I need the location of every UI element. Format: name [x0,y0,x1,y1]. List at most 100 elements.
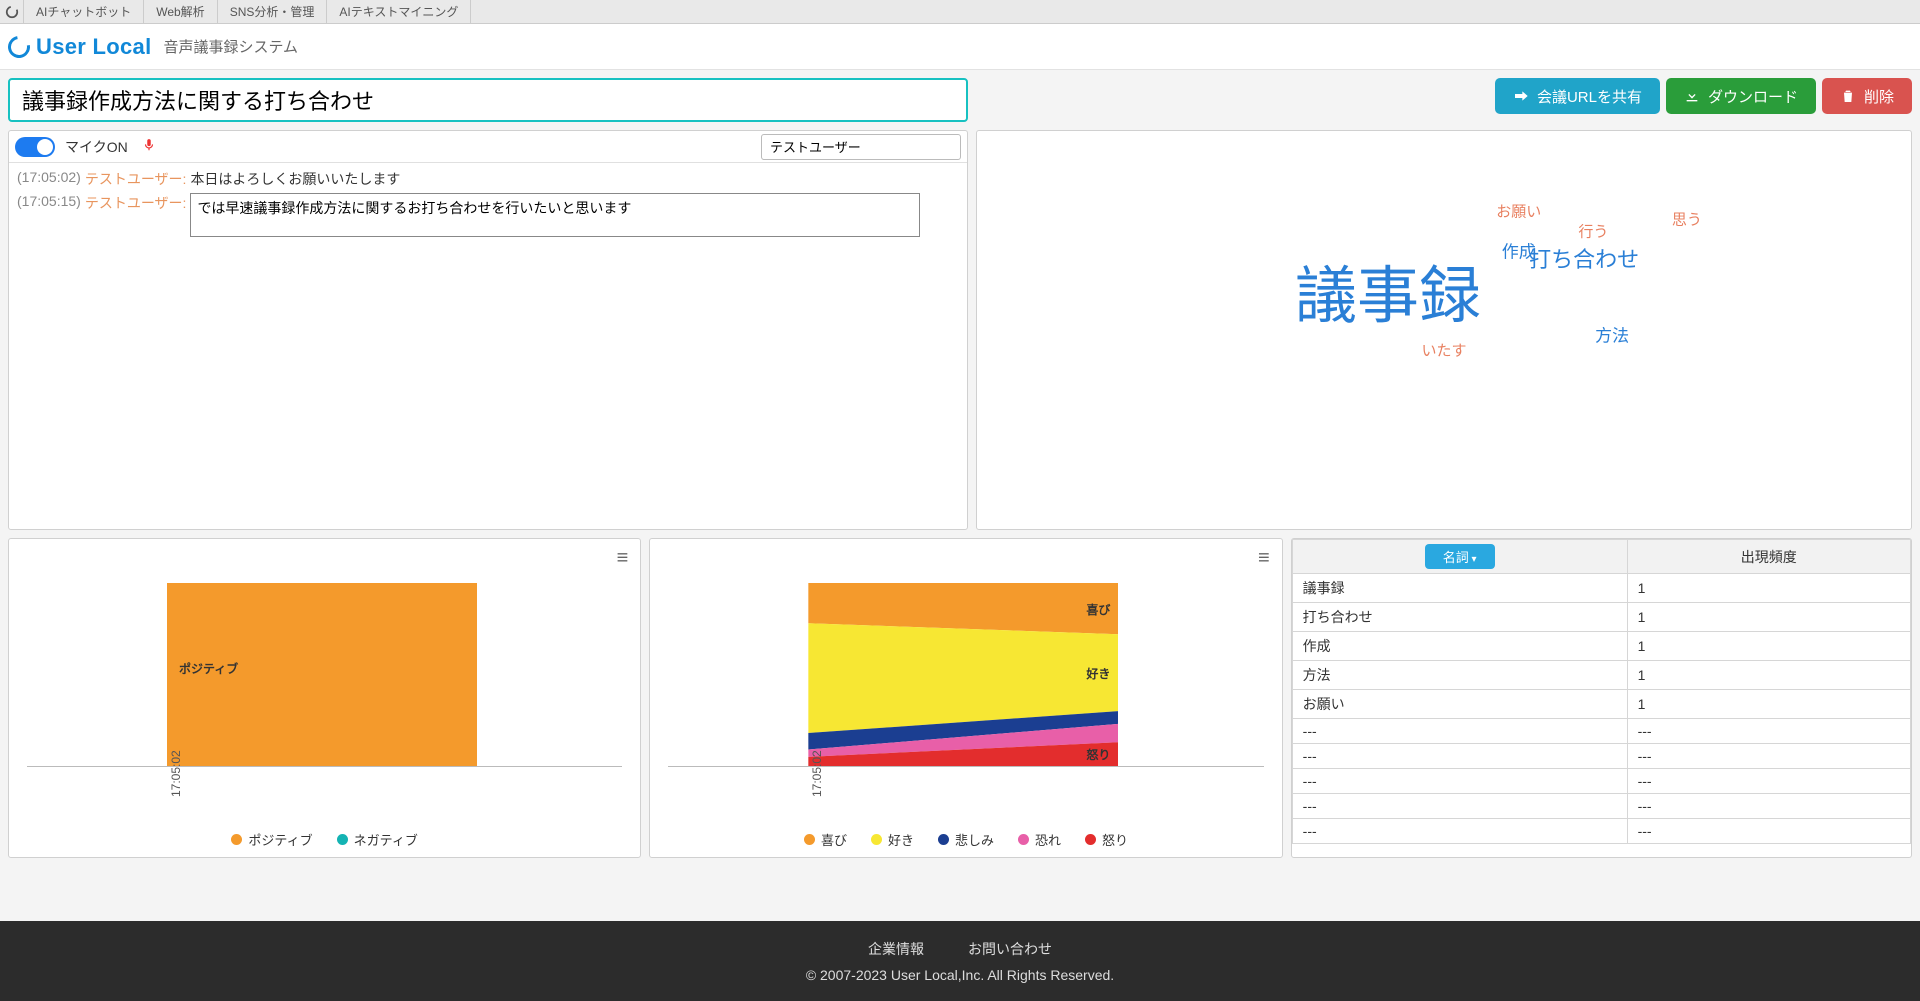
download-label: ダウンロード [1708,86,1798,107]
count-cell: 1 [1627,661,1910,690]
word-cell: --- [1292,794,1627,819]
table-row: ------ [1292,719,1910,744]
legend-item[interactable]: 好き [871,830,914,849]
table-row: 打ち合わせ1 [1292,603,1910,632]
cloud-word[interactable]: お願い [1496,200,1541,221]
nav-item-textmining[interactable]: AIテキストマイニング [327,0,471,23]
transcript-panel: マイクON (17:05:02) テストユーザー: 本日はよろしくお願いいたしま… [8,130,968,530]
x-tick-label: 17:05:02 [169,750,183,797]
brand-logo[interactable]: User Local [8,34,152,60]
speaker-select-input[interactable] [761,134,961,160]
word-cloud-panel: 議事録 打ち合わせ作成方法 お願い行う 思ういたす [976,130,1912,530]
utterance-edit[interactable] [190,193,920,237]
legend-item[interactable]: ポジティブ [231,830,312,849]
utterance: 本日はよろしくお願いいたします [190,169,400,189]
table-row: 作成1 [1292,632,1910,661]
transcript-body: (17:05:02) テストユーザー: 本日はよろしくお願いいたします (17:… [9,163,967,529]
share-icon [1513,88,1529,104]
frequency-panel: 名詞 出現頻度 議事録1打ち合わせ1作成1方法1お願い1------------… [1291,538,1912,858]
emotion-chart: ≡ 喜び好き怒り 17:05:02 喜び 好き 悲しみ 恐れ 怒り [649,538,1282,858]
chart-plot-area: 喜び好き怒り [668,583,1263,767]
app-logo-icon [0,0,24,23]
legend-item[interactable]: 怒り [1085,830,1128,849]
delete-label: 削除 [1864,86,1894,107]
nav-item-sns[interactable]: SNS分析・管理 [218,0,328,23]
count-cell: --- [1627,719,1910,744]
count-cell: --- [1627,744,1910,769]
share-url-button[interactable]: 会議URLを共有 [1495,78,1660,114]
count-cell: 1 [1627,603,1910,632]
transcript-line: (17:05:02) テストユーザー: 本日はよろしくお願いいたします [17,169,959,189]
count-cell: 1 [1627,690,1910,719]
footer-link-company[interactable]: 企業情報 [868,939,924,959]
word-cell: 方法 [1292,661,1627,690]
word-cell: --- [1292,719,1627,744]
table-row: 議事録1 [1292,574,1910,603]
count-cell: --- [1627,819,1910,844]
table-row: ------ [1292,769,1910,794]
transcript-toolbar: マイクON [9,131,967,163]
meeting-title-input[interactable] [8,78,968,122]
word-cell: 議事録 [1292,574,1627,603]
mic-live-icon [142,138,156,155]
delete-button[interactable]: 削除 [1822,78,1912,114]
mic-toggle[interactable] [15,137,55,157]
word-cell: 打ち合わせ [1292,603,1627,632]
nav-item-chatbot[interactable]: AIチャットボット [24,0,144,23]
chart-legend: 喜び 好き 悲しみ 恐れ 怒り [650,830,1281,849]
word-cell: --- [1292,819,1627,844]
cloud-word[interactable]: 方法 [1595,321,1629,346]
pos-header-cell: 名詞 [1292,540,1627,574]
cloud-word[interactable]: 行う [1578,220,1608,241]
cloud-word[interactable]: いたす [1421,339,1466,360]
word-cell: --- [1292,744,1627,769]
cloud-word[interactable]: 議事録 [1295,245,1481,335]
table-row: ------ [1292,819,1910,844]
brand-subtitle: 音声議事録システム [164,36,299,57]
nav-item-web[interactable]: Web解析 [144,0,217,23]
sentiment-chart: ≡ ポジティブ 17:05:02 ポジティブネガティブ [8,538,641,858]
pos-filter-button[interactable]: 名詞 [1425,544,1495,569]
count-cell: 1 [1627,574,1910,603]
timestamp: (17:05:02) [17,169,81,189]
footer-copyright: © 2007-2023 User Local,Inc. All Rights R… [806,967,1114,983]
legend-item[interactable]: ネガティブ [337,830,418,849]
cloud-word[interactable]: 打ち合わせ [1529,242,1639,274]
download-button[interactable]: ダウンロード [1666,78,1816,114]
footer-link-contact[interactable]: お問い合わせ [968,939,1052,959]
legend-item[interactable]: 悲しみ [938,830,994,849]
page-footer: 企業情報 お問い合わせ © 2007-2023 User Local,Inc. … [0,921,1920,1001]
brand-header: User Local 音声議事録システム [0,24,1920,70]
frequency-table: 名詞 出現頻度 議事録1打ち合わせ1作成1方法1お願い1------------… [1292,539,1911,844]
table-row: お願い1 [1292,690,1910,719]
top-utility-nav: AIチャットボット Web解析 SNS分析・管理 AIテキストマイニング [0,0,1920,24]
table-row: ------ [1292,794,1910,819]
chart-plot-area: ポジティブ [27,583,622,767]
trash-icon [1840,88,1856,104]
table-row: 方法1 [1292,661,1910,690]
chart-menu-icon[interactable]: ≡ [617,547,629,570]
legend-item[interactable]: 恐れ [1018,830,1061,849]
chart-menu-icon[interactable]: ≡ [1258,547,1270,570]
action-buttons: 会議URLを共有 ダウンロード 削除 [1495,78,1912,114]
count-cell: --- [1627,769,1910,794]
timestamp: (17:05:15) [17,193,81,237]
meeting-title-field[interactable] [8,78,968,122]
x-tick-label: 17:05:02 [810,750,824,797]
count-cell: 1 [1627,632,1910,661]
speaker: テストユーザー: [85,193,187,237]
swirl-icon [4,31,35,62]
count-cell: --- [1627,794,1910,819]
chart-legend: ポジティブ ネガティブ [9,830,640,849]
count-header-cell: 出現頻度 [1627,540,1910,574]
transcript-line: (17:05:15) テストユーザー: [17,193,959,237]
download-icon [1684,88,1700,104]
brand-logo-text: User Local [36,34,152,60]
share-label: 会議URLを共有 [1537,86,1642,107]
speaker: テストユーザー: [85,169,187,189]
cloud-word[interactable]: 思う [1672,208,1702,229]
mic-label: マイクON [65,137,128,157]
cloud-word[interactable]: 作成 [1502,238,1536,263]
legend-item[interactable]: 喜び [804,830,847,849]
table-row: ------ [1292,744,1910,769]
